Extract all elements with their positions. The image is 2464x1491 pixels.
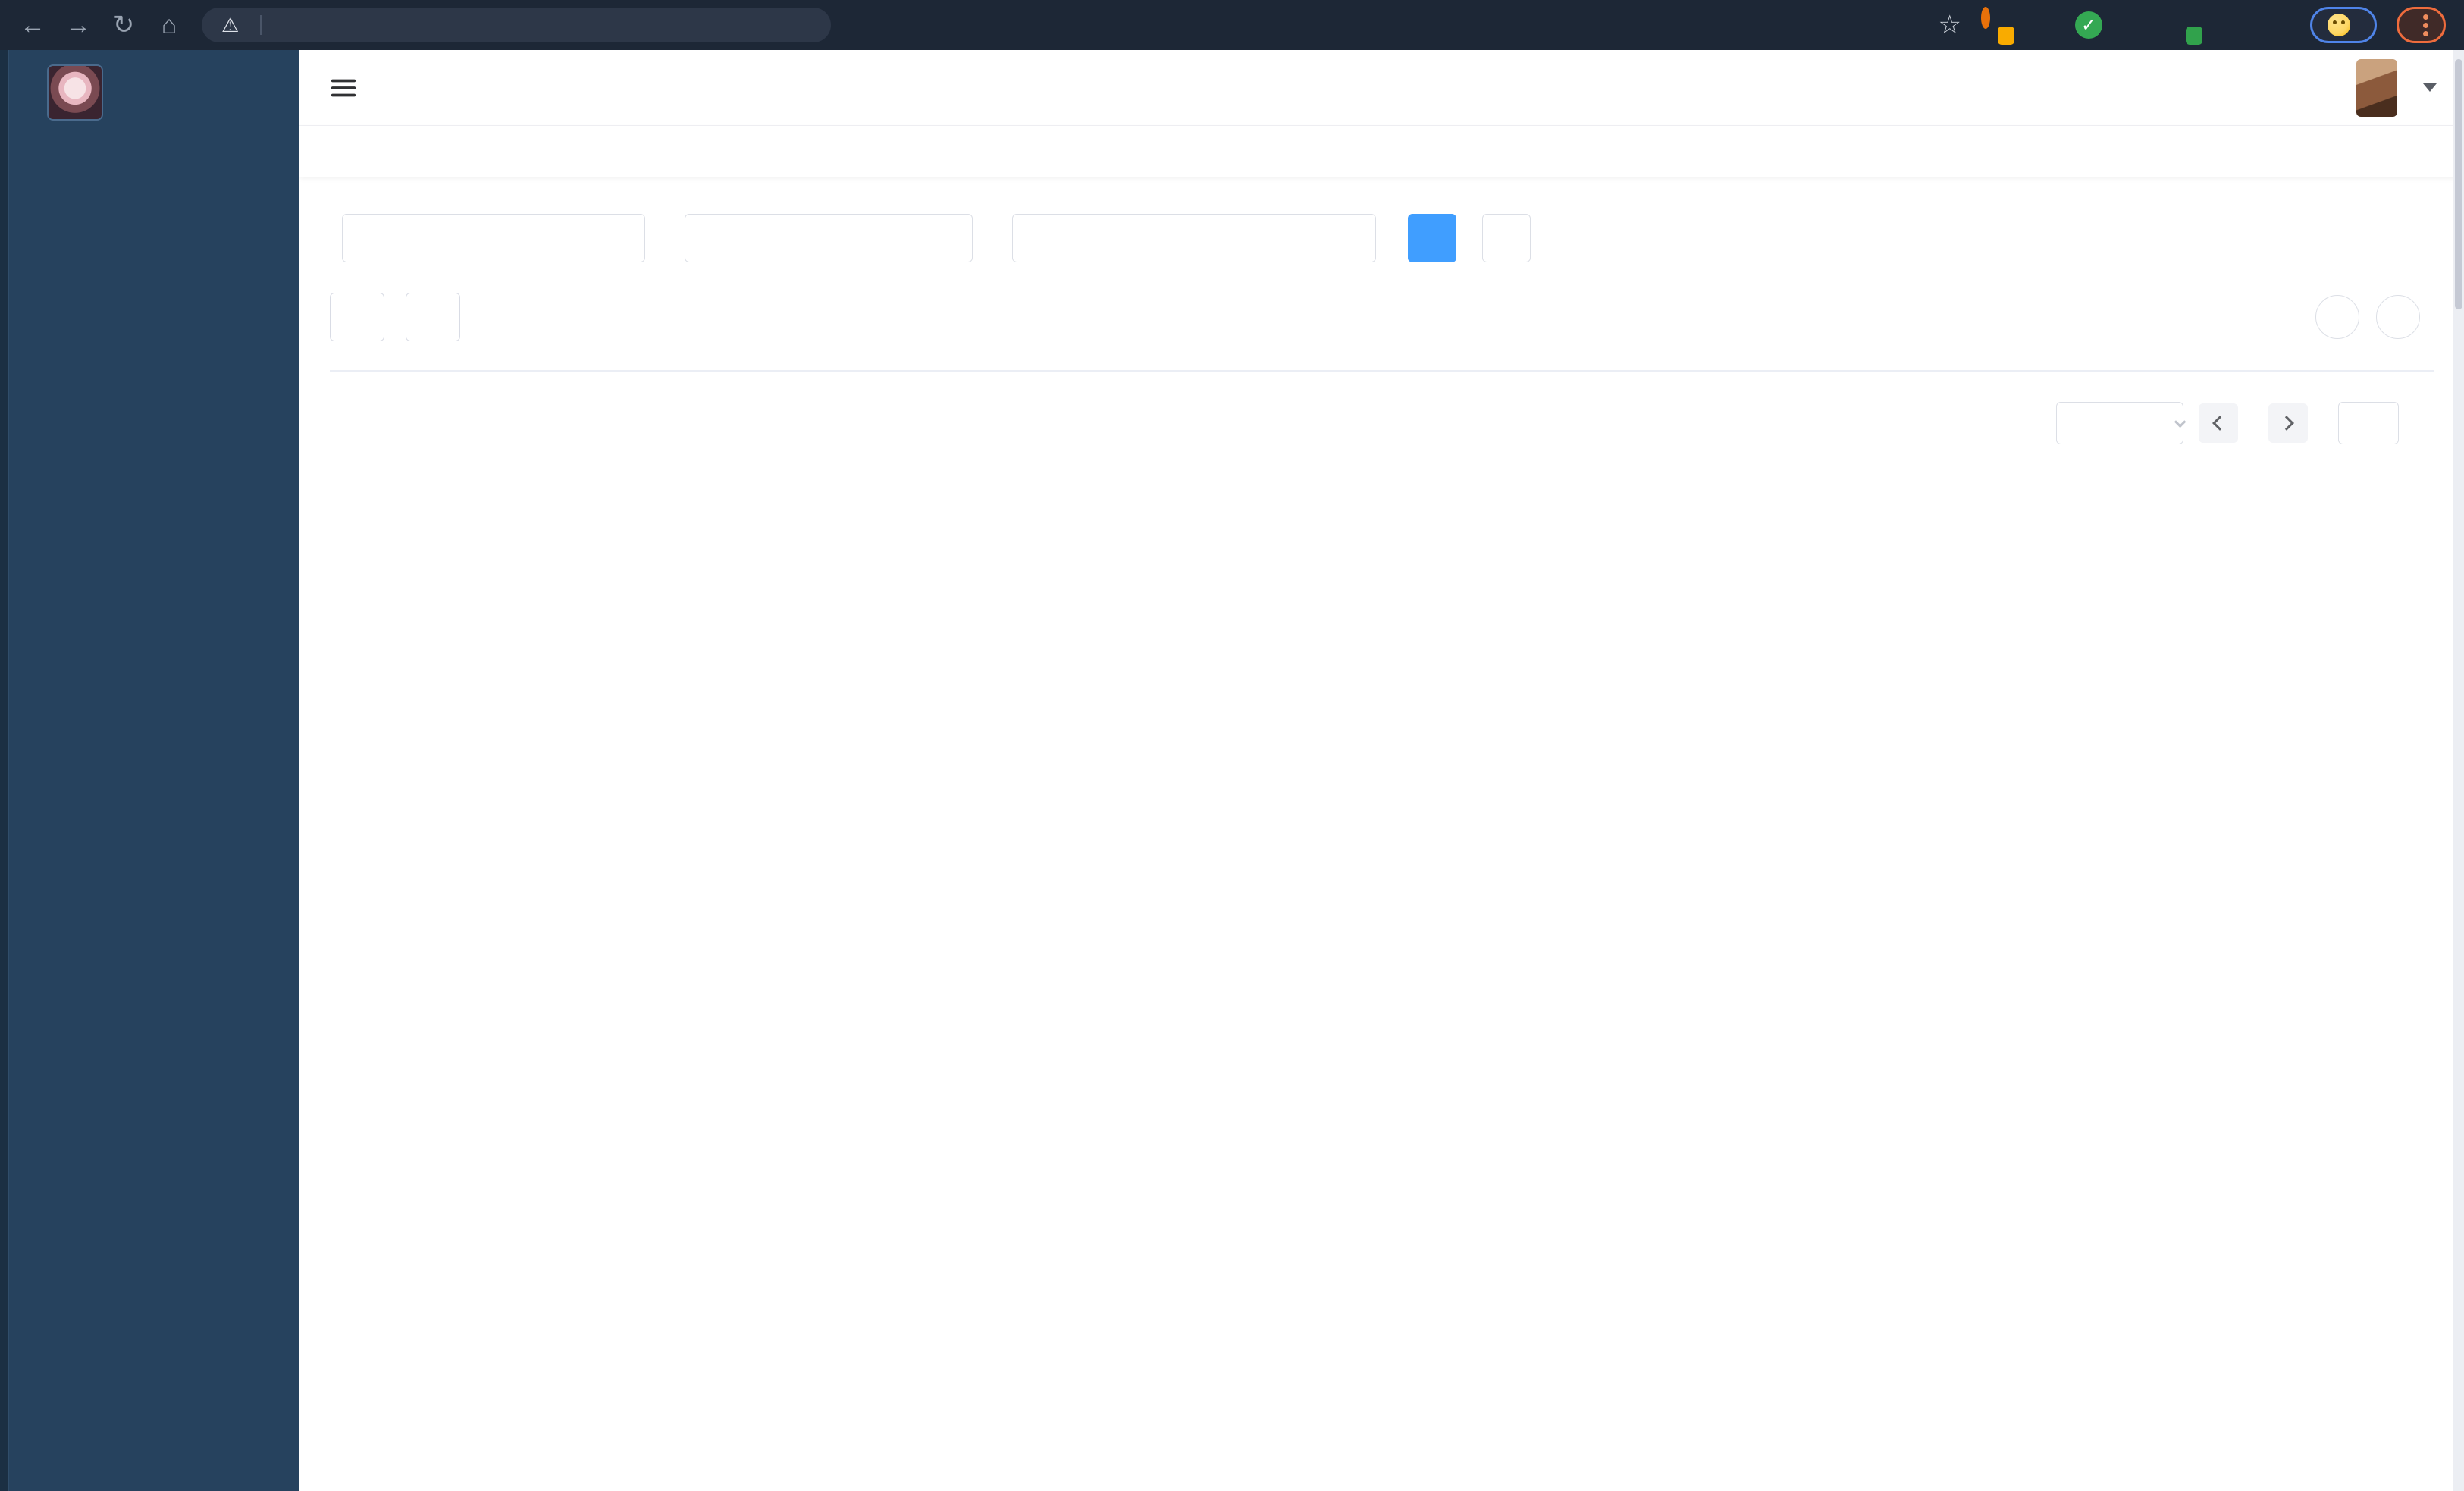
import-sql-button[interactable] xyxy=(406,293,460,341)
end-date-input[interactable] xyxy=(1172,225,1286,251)
bookmark-star-icon[interactable]: ☆ xyxy=(1939,10,1961,40)
extension-gem-icon[interactable] xyxy=(2028,11,2055,39)
date-range-picker[interactable] xyxy=(1012,214,1376,262)
browser-toolbar: ← → ↻ ⌂ ⚠ ☆ ✓ xyxy=(0,0,2464,50)
page-content xyxy=(299,177,2464,1491)
page-size-select[interactable] xyxy=(2056,402,2187,444)
chevron-down-icon xyxy=(2174,416,2187,428)
help-icon[interactable] xyxy=(2224,74,2252,102)
menu-dots-icon xyxy=(2423,22,2428,28)
import-db-button[interactable] xyxy=(330,293,384,341)
page-scrollbar[interactable] xyxy=(2453,50,2464,1491)
app-logo xyxy=(47,64,103,121)
hamburger-icon[interactable] xyxy=(327,71,360,105)
reload-icon[interactable]: ↻ xyxy=(103,5,144,46)
goto-page-input[interactable] xyxy=(2338,402,2399,444)
start-date-input[interactable] xyxy=(1037,225,1151,251)
avatar[interactable] xyxy=(2356,58,2397,117)
back-icon[interactable]: ← xyxy=(12,5,53,46)
extension-orange-icon[interactable] xyxy=(1981,7,2014,45)
search-button[interactable] xyxy=(1408,214,1456,262)
security-warning-icon: ⚠ xyxy=(221,13,240,36)
refresh-table-button[interactable] xyxy=(2376,295,2420,339)
top-navbar xyxy=(299,50,2464,126)
sidebar xyxy=(0,50,299,1491)
update-button[interactable] xyxy=(2397,7,2446,43)
extension-check-icon[interactable]: ✓ xyxy=(2075,11,2102,39)
app-brand[interactable] xyxy=(0,50,299,135)
browser-actions: ☆ ✓ xyxy=(1939,7,2452,45)
extension-dark-icon[interactable] xyxy=(2169,11,2202,45)
extension-green-icon[interactable] xyxy=(2216,11,2243,39)
toggle-search-button[interactable] xyxy=(2315,295,2359,339)
codegen-table xyxy=(330,370,2434,372)
search-form xyxy=(330,214,2434,262)
table-desc-input[interactable] xyxy=(685,214,973,262)
table-toolbar xyxy=(330,293,2434,341)
table-mini-tools xyxy=(2315,295,2434,339)
github-icon[interactable] xyxy=(2171,74,2199,102)
emoji-face-icon xyxy=(2328,14,2350,36)
pagination xyxy=(330,402,2434,467)
address-bar[interactable]: ⚠ xyxy=(202,8,831,42)
table-header xyxy=(330,370,2434,372)
extensions-puzzle-icon[interactable] xyxy=(2263,11,2290,39)
extension-grid-icon[interactable] xyxy=(2122,11,2149,39)
next-page-button[interactable] xyxy=(2268,403,2308,443)
sidebar-menu xyxy=(0,135,299,141)
paused-badge[interactable] xyxy=(2310,7,2377,43)
search-icon[interactable] xyxy=(2118,74,2146,102)
fullscreen-icon[interactable] xyxy=(2277,74,2305,102)
table-name-input[interactable] xyxy=(342,214,645,262)
forward-icon[interactable]: → xyxy=(58,5,99,46)
scrollbar-thumb[interactable] xyxy=(2455,59,2462,309)
caret-down-icon[interactable] xyxy=(2423,83,2437,92)
prev-page-button[interactable] xyxy=(2199,403,2238,443)
navbar-actions xyxy=(2118,58,2437,117)
tags-view-bar xyxy=(299,126,2464,177)
address-divider xyxy=(260,15,262,35)
reset-button[interactable] xyxy=(1482,214,1531,262)
home-icon[interactable]: ⌂ xyxy=(149,5,190,46)
